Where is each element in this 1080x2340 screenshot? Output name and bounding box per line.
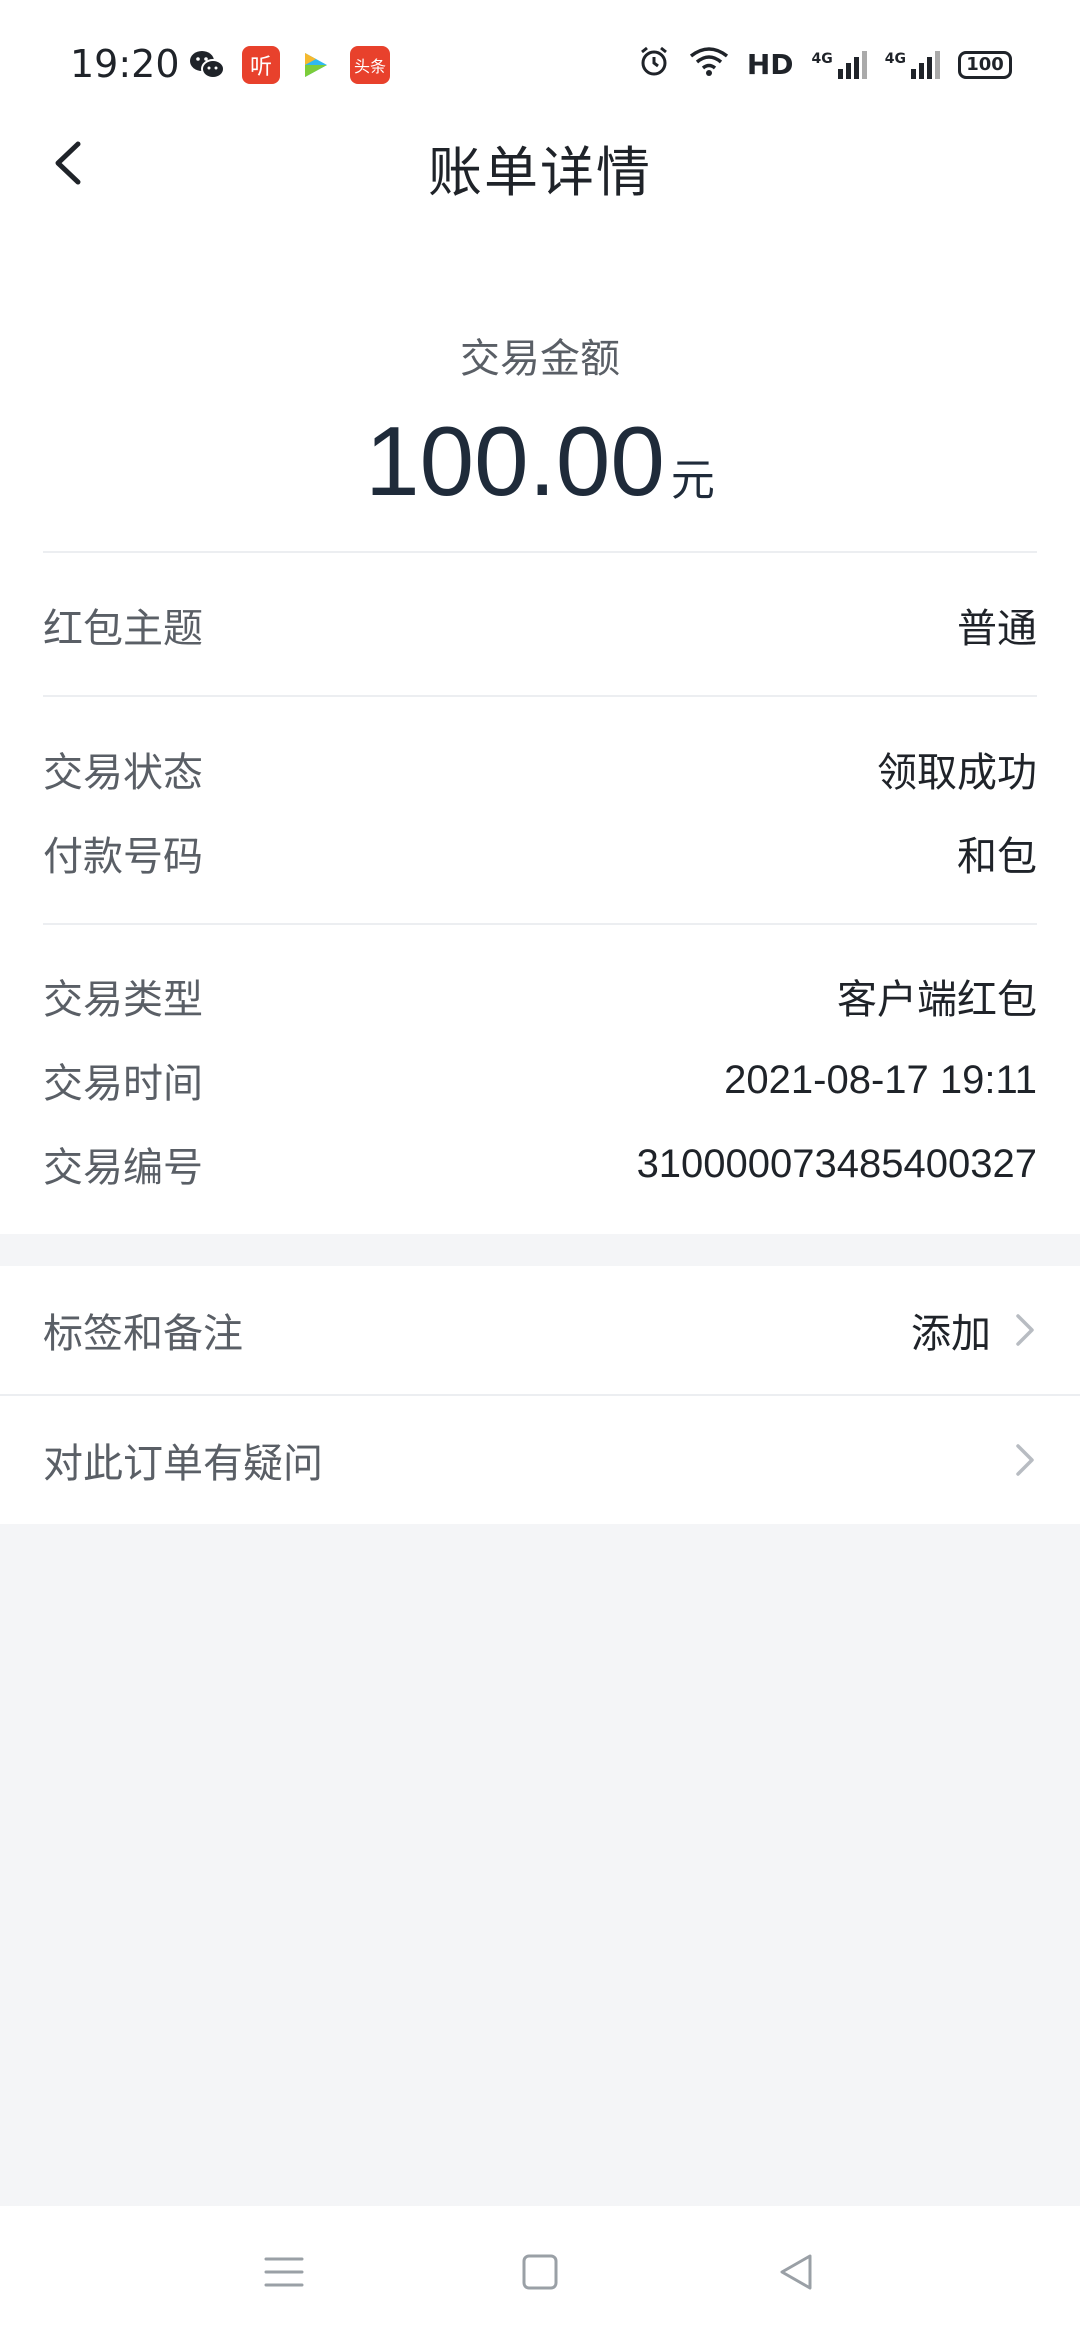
- home-nav-button[interactable]: [518, 2250, 562, 2294]
- chevron-right-icon: [1016, 1314, 1034, 1346]
- back-nav-button[interactable]: [774, 2250, 818, 2294]
- detail-value: 普通: [957, 606, 1037, 652]
- detail-row-status: 交易状态 领取成功: [43, 739, 1037, 799]
- detail-value: 310000073485400327: [636, 1141, 1037, 1186]
- detail-label: 交易状态: [43, 750, 203, 796]
- detail-value: 和包: [957, 834, 1037, 880]
- section-gap: [0, 1234, 1080, 1266]
- menu-icon: [264, 2257, 304, 2287]
- detail-label: 付款号码: [43, 834, 203, 880]
- detail-row-payer: 付款号码 和包: [43, 823, 1037, 883]
- detail-label: 交易类型: [43, 977, 203, 1023]
- detail-row-type: 交易类型 客户端红包: [43, 966, 1037, 1026]
- wifi-icon: [689, 46, 729, 83]
- tags-notes-row[interactable]: 标签和备注 添加: [0, 1266, 1080, 1394]
- signal-strength-icon-2: 4G: [885, 50, 940, 79]
- divider: [43, 551, 1037, 553]
- wechat-icon: [188, 46, 226, 84]
- tags-notes-label: 标签和备注: [43, 1311, 243, 1357]
- detail-label: 红包主题: [43, 606, 203, 652]
- amount-unit: 元: [670, 455, 715, 506]
- order-question-label: 对此订单有疑问: [43, 1441, 323, 1487]
- detail-row-time: 交易时间 2021-08-17 19:11: [43, 1050, 1037, 1110]
- page-title: 账单详情: [428, 141, 652, 204]
- divider: [43, 695, 1037, 697]
- battery-icon: 100: [958, 50, 1012, 79]
- detail-row-theme: 红包主题 普通: [43, 595, 1037, 655]
- detail-value: 领取成功: [877, 750, 1037, 796]
- video-app-icon: [296, 46, 334, 84]
- amount-display: 100.00 元: [0, 405, 1080, 518]
- detail-label: 交易编号: [43, 1145, 203, 1191]
- chevron-right-icon: [1016, 1444, 1034, 1476]
- toutiao-app-icon: 头条: [350, 46, 390, 84]
- detail-value: 客户端红包: [837, 977, 1037, 1023]
- system-navigation-bar: [0, 2206, 1080, 2340]
- detail-label: 交易时间: [43, 1061, 203, 1107]
- ting-app-icon: 听: [242, 46, 280, 84]
- add-tag-link[interactable]: 添加: [911, 1301, 991, 1359]
- divider: [43, 923, 1037, 925]
- amount-label: 交易金额: [460, 336, 620, 382]
- home-square-icon: [522, 2254, 558, 2290]
- notification-icons: 听 头条: [188, 46, 390, 84]
- hd-label: HD: [746, 48, 794, 81]
- tags-notes-right: 添加: [911, 1301, 1037, 1359]
- order-question-row[interactable]: 对此订单有疑问: [0, 1396, 1080, 1524]
- status-bar: 19:20 听 头条 HD 4G 4G 100: [0, 0, 1080, 130]
- order-question-right: [1013, 1440, 1037, 1480]
- status-time: 19:20: [70, 42, 180, 86]
- detail-value: 2021-08-17 19:11: [724, 1057, 1037, 1102]
- back-triangle-icon: [780, 2254, 812, 2290]
- signal-strength-icon-1: 4G: [812, 50, 867, 79]
- alarm-icon: [637, 44, 671, 85]
- menu-nav-button[interactable]: [262, 2250, 306, 2294]
- system-icons: HD 4G 4G 100: [637, 44, 1012, 85]
- amount-value: 100.00: [365, 406, 665, 516]
- detail-row-transaction-id: 交易编号 310000073485400327: [43, 1134, 1037, 1194]
